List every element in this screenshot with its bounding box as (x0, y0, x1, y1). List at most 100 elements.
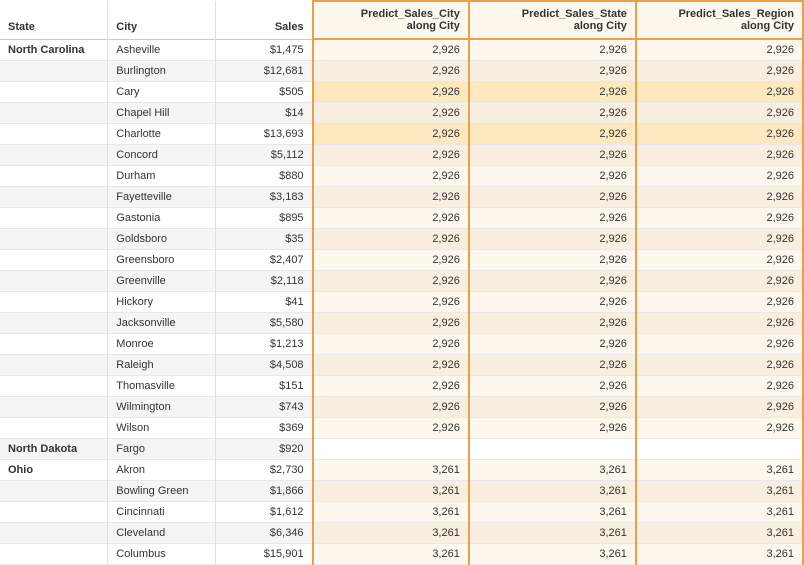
cell-state (0, 103, 108, 124)
cell-city: Burlington (108, 61, 216, 82)
table-row: Greenville$2,1182,9262,9262,926 (0, 271, 803, 292)
cell-predict-city: 2,926 (313, 187, 469, 208)
table-row: Cincinnati$1,6123,2613,2613,261 (0, 502, 803, 523)
cell-predict-state: 2,926 (469, 334, 636, 355)
cell-sales: $5,112 (216, 145, 313, 166)
table-row: Durham$8802,9262,9262,926 (0, 166, 803, 187)
cell-predict-state: 2,926 (469, 292, 636, 313)
cell-state (0, 124, 108, 145)
cell-predict-region: 2,926 (636, 355, 803, 376)
cell-predict-state: 2,926 (469, 313, 636, 334)
table-row: Columbus$15,9013,2613,2613,261 (0, 544, 803, 565)
cell-state (0, 334, 108, 355)
cell-predict-state: 2,926 (469, 208, 636, 229)
cell-predict-region: 3,261 (636, 481, 803, 502)
cell-predict-region: 3,261 (636, 523, 803, 544)
table-row: Burlington$12,6812,9262,9262,926 (0, 61, 803, 82)
col-header-predict-city: Predict_Sales_Cityalong City (313, 1, 469, 39)
table-row: Charlotte$13,6932,9262,9262,926 (0, 124, 803, 145)
cell-predict-state: 3,261 (469, 544, 636, 565)
cell-city: Greenville (108, 271, 216, 292)
table-row: Goldsboro$352,9262,9262,926 (0, 229, 803, 250)
col-header-predict-state: Predict_Sales_Statealong City (469, 1, 636, 39)
cell-state (0, 166, 108, 187)
cell-predict-region (636, 439, 803, 460)
cell-predict-region: 2,926 (636, 250, 803, 271)
cell-predict-state: 2,926 (469, 418, 636, 439)
cell-predict-state: 2,926 (469, 124, 636, 145)
cell-sales: $1,475 (216, 39, 313, 61)
cell-sales: $14 (216, 103, 313, 124)
cell-predict-city: 3,261 (313, 460, 469, 481)
col-header-sales: Sales (216, 1, 313, 39)
cell-state (0, 481, 108, 502)
cell-state: Ohio (0, 460, 108, 481)
cell-predict-state: 2,926 (469, 166, 636, 187)
cell-predict-city: 2,926 (313, 313, 469, 334)
cell-predict-city: 3,261 (313, 502, 469, 523)
cell-city: Hickory (108, 292, 216, 313)
cell-predict-region: 2,926 (636, 271, 803, 292)
cell-predict-state: 2,926 (469, 250, 636, 271)
cell-predict-region: 2,926 (636, 229, 803, 250)
cell-sales: $13,693 (216, 124, 313, 145)
cell-sales: $4,508 (216, 355, 313, 376)
cell-predict-state: 3,261 (469, 460, 636, 481)
cell-city: Columbus (108, 544, 216, 565)
table-row: Bowling Green$1,8663,2613,2613,261 (0, 481, 803, 502)
cell-predict-city: 2,926 (313, 334, 469, 355)
cell-sales: $35 (216, 229, 313, 250)
cell-sales: $1,213 (216, 334, 313, 355)
cell-predict-state: 2,926 (469, 39, 636, 61)
cell-predict-region: 2,926 (636, 334, 803, 355)
cell-city: Chapel Hill (108, 103, 216, 124)
cell-city: Cary (108, 82, 216, 103)
cell-predict-state: 2,926 (469, 271, 636, 292)
cell-predict-city: 2,926 (313, 376, 469, 397)
cell-predict-city: 2,926 (313, 418, 469, 439)
cell-sales: $12,681 (216, 61, 313, 82)
cell-predict-city: 2,926 (313, 397, 469, 418)
cell-sales: $880 (216, 166, 313, 187)
cell-city: Gastonia (108, 208, 216, 229)
cell-predict-state: 3,261 (469, 481, 636, 502)
table-row: North DakotaFargo$920 (0, 439, 803, 460)
cell-city: Fargo (108, 439, 216, 460)
cell-city: Wilmington (108, 397, 216, 418)
cell-state (0, 418, 108, 439)
cell-city: Cleveland (108, 523, 216, 544)
cell-state (0, 523, 108, 544)
cell-predict-region: 2,926 (636, 292, 803, 313)
cell-predict-city: 2,926 (313, 229, 469, 250)
table-row: Gastonia$8952,9262,9262,926 (0, 208, 803, 229)
cell-city: Wilson (108, 418, 216, 439)
cell-predict-state: 2,926 (469, 103, 636, 124)
cell-city: Thomasville (108, 376, 216, 397)
table-row: Cleveland$6,3463,2613,2613,261 (0, 523, 803, 544)
table-row: Hickory$412,9262,9262,926 (0, 292, 803, 313)
cell-sales: $895 (216, 208, 313, 229)
cell-sales: $6,346 (216, 523, 313, 544)
cell-predict-region: 2,926 (636, 103, 803, 124)
cell-sales: $2,407 (216, 250, 313, 271)
cell-predict-region: 2,926 (636, 313, 803, 334)
cell-sales: $743 (216, 397, 313, 418)
cell-state (0, 82, 108, 103)
cell-city: Monroe (108, 334, 216, 355)
cell-sales: $151 (216, 376, 313, 397)
cell-predict-city: 2,926 (313, 82, 469, 103)
cell-state (0, 502, 108, 523)
cell-state (0, 208, 108, 229)
cell-predict-state: 2,926 (469, 82, 636, 103)
cell-sales: $369 (216, 418, 313, 439)
cell-predict-region: 2,926 (636, 39, 803, 61)
data-table: State City Sales Predict_Sales_Cityalong… (0, 0, 804, 565)
cell-predict-region: 2,926 (636, 166, 803, 187)
cell-state (0, 229, 108, 250)
col-header-predict-region: Predict_Sales_Regionalong City (636, 1, 803, 39)
cell-predict-region: 2,926 (636, 397, 803, 418)
cell-predict-city: 2,926 (313, 145, 469, 166)
cell-predict-state: 2,926 (469, 355, 636, 376)
cell-predict-state: 2,926 (469, 229, 636, 250)
cell-city: Durham (108, 166, 216, 187)
